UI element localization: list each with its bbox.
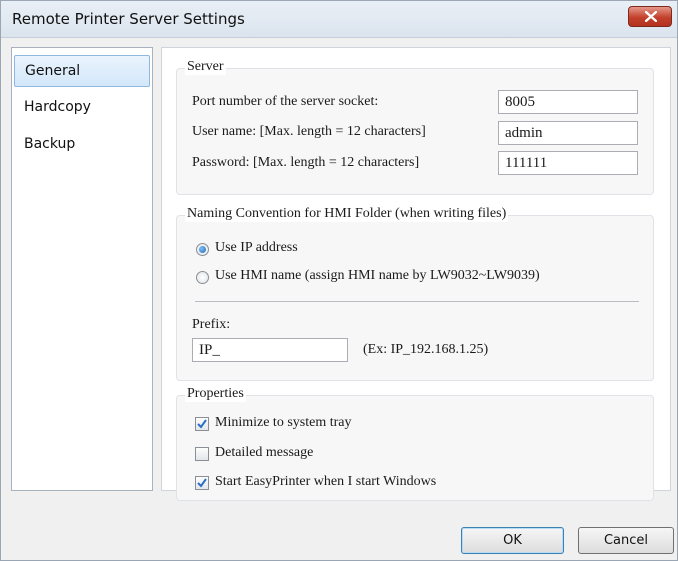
use-ip-radio[interactable] (196, 243, 209, 256)
checkmark-icon (197, 419, 207, 429)
close-icon (645, 11, 657, 22)
prefix-input[interactable]: IP_ (192, 338, 348, 362)
password-input[interactable]: 111111 (498, 151, 638, 175)
port-input[interactable]: 8005 (498, 90, 638, 114)
minimize-label[interactable]: Minimize to system tray (215, 415, 351, 431)
checkmark-icon (197, 478, 207, 488)
cancel-button[interactable]: Cancel (578, 527, 674, 554)
username-input[interactable]: admin (498, 121, 638, 145)
startup-checkbox[interactable] (195, 476, 209, 490)
divider (195, 301, 639, 302)
sidebar-item-general[interactable]: General (14, 55, 150, 87)
prefix-example: (Ex: IP_192.168.1.25) (363, 342, 489, 357)
use-hmi-name-radio[interactable] (196, 271, 209, 284)
ok-button[interactable]: OK (461, 527, 564, 554)
server-group-title: Server (185, 59, 226, 75)
close-button[interactable] (628, 6, 672, 27)
sidebar-item-hardcopy[interactable]: Hardcopy (14, 91, 150, 123)
minimize-checkbox[interactable] (195, 417, 209, 431)
settings-panel: Server Port number of the server socket:… (161, 47, 671, 501)
startup-label[interactable]: Start EasyPrinter when I start Windows (215, 474, 436, 490)
window-title: Remote Printer Server Settings (12, 10, 245, 28)
use-ip-label[interactable]: Use IP address (215, 240, 298, 256)
properties-group-title: Properties (185, 386, 246, 402)
sidebar: General Hardcopy Backup (11, 47, 153, 491)
server-group: Server Port number of the server socket:… (176, 59, 654, 195)
detailed-message-checkbox[interactable] (195, 447, 209, 461)
naming-group: Naming Convention for HMI Folder (when w… (176, 206, 654, 381)
sidebar-item-backup[interactable]: Backup (14, 128, 150, 160)
title-bar[interactable]: Remote Printer Server Settings (1, 1, 677, 38)
properties-group: Properties Minimize to system tray Detai… (176, 386, 654, 501)
detailed-message-label[interactable]: Detailed message (215, 445, 313, 461)
username-label: User name: [Max. length = 12 characters] (192, 124, 426, 139)
password-label: Password: [Max. length = 12 characters] (192, 155, 420, 170)
dialog-window: Remote Printer Server Settings General H… (0, 0, 678, 561)
naming-group-title: Naming Convention for HMI Folder (when w… (185, 206, 509, 222)
prefix-label: Prefix: (192, 317, 231, 332)
port-label: Port number of the server socket: (192, 94, 379, 109)
use-hmi-name-label[interactable]: Use HMI name (assign HMI name by LW9032~… (215, 268, 540, 284)
